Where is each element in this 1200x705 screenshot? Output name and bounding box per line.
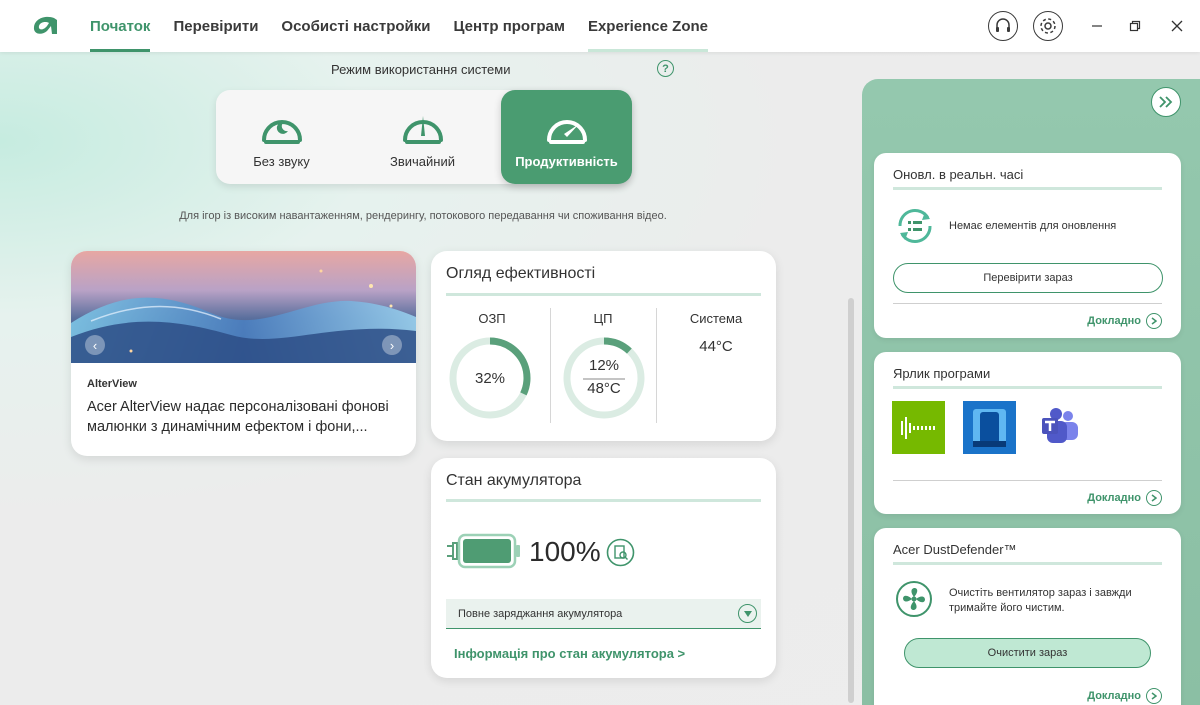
teams-app-icon[interactable] [1034, 401, 1087, 454]
battery-status-card: Стан акумулятора 100% Повне заряджання а… [431, 458, 776, 678]
dust-message: Очистіть вентилятор зараз і завжди трима… [949, 587, 1132, 614]
collapse-panel-button[interactable] [1151, 87, 1181, 117]
battery-report-icon[interactable] [606, 538, 635, 567]
battery-level-fill [463, 539, 511, 563]
double-chevron-right-icon [1159, 96, 1173, 108]
main-scrollbar[interactable] [848, 298, 854, 703]
battery-info-link[interactable]: Інформація про стан акумулятора > [454, 646, 685, 661]
close-button[interactable] [1167, 16, 1187, 36]
perf-divider-2 [656, 308, 657, 423]
dust-title-rule [893, 562, 1162, 565]
system-label: Система [689, 311, 743, 326]
top-bar: Початок Перевірити Особисті настройки Це… [0, 0, 1200, 52]
cpu-temp-value: 48°C [587, 380, 621, 397]
updates-title-rule [893, 187, 1162, 190]
updates-more-label: Докладно [1087, 315, 1141, 327]
tab-experience-zone[interactable]: Experience Zone [587, 0, 709, 52]
charge-mode-value: Повне заряджання акумулятора [458, 608, 623, 620]
mode-performance-option[interactable]: Продуктивність [501, 90, 632, 184]
performance-title-rule [446, 293, 761, 296]
system-temp-value: 44°C [699, 338, 733, 355]
dustdefender-card: Acer DustDefender™ Очистіть вентилятор з… [874, 528, 1181, 705]
usage-mode-selector: Без звуку Звичайний Продуктивність [216, 90, 632, 184]
tab-personal-settings[interactable]: Особисті настройки [281, 0, 430, 52]
dust-title: Acer DustDefender™ [893, 542, 1017, 557]
charge-mode-select[interactable]: Повне заряджання акумулятора [446, 599, 761, 629]
normal-mode-icon [402, 116, 443, 144]
mode-normal-label: Звичайний [390, 154, 455, 169]
clean-now-button[interactable]: Очистити зараз [904, 638, 1151, 668]
fan-icon [896, 581, 932, 617]
chevron-right-icon [1146, 688, 1162, 704]
app-shortcut-card: Ярлик програми Докладно [874, 352, 1181, 514]
ram-label: ОЗП [478, 311, 506, 326]
usage-mode-title: Режим використання системи [331, 62, 511, 77]
alterview-tag: AlterView [87, 378, 137, 390]
shortcuts-title-rule [893, 386, 1162, 389]
performance-title: Огляд ефективності [446, 265, 596, 282]
help-icon[interactable]: ? [657, 60, 674, 77]
shortcuts-title: Ярлик програми [893, 366, 991, 381]
tab-check[interactable]: Перевірити [173, 0, 258, 52]
shortcuts-more-link[interactable]: Докладно [1087, 490, 1162, 506]
updates-title: Оновл. в реальн. часі [893, 167, 1024, 182]
battery-title: Стан акумулятора [446, 472, 582, 489]
updates-more-link[interactable]: Докладно [1087, 313, 1162, 329]
acer-logo-icon [33, 16, 57, 34]
mode-silent-label: Без звуку [253, 154, 310, 169]
carousel-next-button[interactable]: › [382, 335, 402, 355]
tab-app-center[interactable]: Центр програм [453, 0, 564, 52]
cpu-gauge [563, 337, 645, 419]
tab-home[interactable]: Початок [90, 0, 151, 52]
chevron-right-icon [1146, 313, 1162, 329]
cpu-label: ЦП [593, 311, 613, 326]
battery-title-rule [446, 499, 761, 502]
restore-button[interactable] [1125, 16, 1145, 36]
mode-silent-option[interactable]: Без звуку [216, 90, 347, 184]
alterview-description: Acer AlterView надає персоналізовані фон… [87, 399, 389, 435]
main-nav: Початок Перевірити Особисті настройки Це… [90, 0, 731, 52]
check-now-button[interactable]: Перевірити зараз [893, 263, 1163, 293]
mode-description: Для ігор із високим навантаженням, ренде… [179, 210, 667, 222]
performance-overview-card: Огляд ефективності ОЗП 32% ЦП 12% 48°C С… [431, 251, 776, 441]
perf-divider-1 [550, 308, 551, 423]
dust-more-link[interactable]: Докладно [1087, 688, 1162, 704]
carousel-prev-button[interactable]: ‹ [85, 335, 105, 355]
realtime-updates-card: Оновл. в реальн. часі Немає елементів дл… [874, 153, 1181, 338]
performance-mode-icon [546, 120, 587, 144]
phone-app-icon[interactable] [963, 401, 1016, 454]
chevron-right-icon [1146, 490, 1162, 506]
battery-icon [447, 533, 520, 569]
mode-normal-option[interactable]: Звичайний [357, 90, 488, 184]
battery-percent: 100% [529, 536, 601, 567]
chevron-down-icon [738, 604, 757, 623]
minimize-button[interactable] [1087, 16, 1107, 36]
cpu-usage-value: 12% [588, 357, 620, 374]
mode-performance-label: Продуктивність [515, 154, 618, 169]
update-sync-icon [898, 208, 932, 244]
shortcuts-more-label: Докладно [1087, 492, 1141, 504]
silent-mode-icon [261, 120, 302, 144]
ram-value: 32% [474, 370, 506, 387]
support-headset-icon[interactable] [988, 11, 1018, 41]
updates-message: Немає елементів для оновлення [949, 220, 1117, 232]
shortcuts-separator [893, 480, 1162, 481]
dust-more-label: Докладно [1087, 690, 1141, 702]
audio-app-icon[interactable] [892, 401, 945, 454]
alterview-wallpaper-image [71, 251, 416, 363]
settings-gear-icon[interactable] [1033, 11, 1063, 41]
alterview-card[interactable]: ‹ › AlterView Acer AlterView надає персо… [71, 251, 416, 456]
updates-separator [893, 303, 1162, 304]
